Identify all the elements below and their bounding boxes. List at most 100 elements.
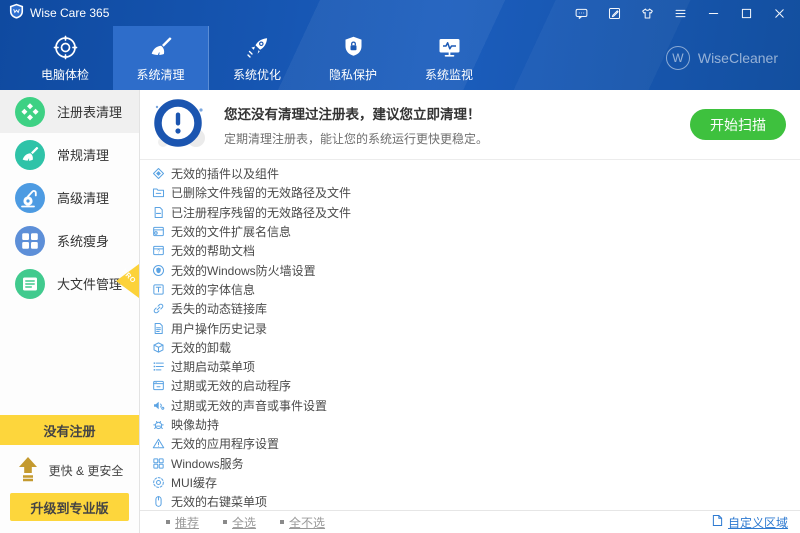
list-item-label: MUI缓存	[171, 474, 217, 491]
list-item[interactable]: 已删除文件残留的无效路径及文件	[151, 183, 800, 202]
list-item[interactable]: ? 无效的帮助文档	[151, 241, 800, 260]
main-content: 您还没有清理过注册表，建议您立即清理！ 定期清理注册表，能让您的系统运行更快更稳…	[140, 90, 800, 533]
wise-care-window: Wise Care 365 电脑体检系统清理系统优化 隐私保护系统监视 W Wis…	[0, 0, 800, 533]
scan-items-list: 无效的插件以及组件已删除文件残留的无效路径及文件已注册程序残留的无效路径及文件无…	[140, 160, 800, 510]
register-status: 没有注册	[0, 415, 139, 445]
chat-icon[interactable]	[574, 6, 588, 20]
upgrade-tagline-row: 更快 & 更安全	[0, 445, 139, 491]
list-item-label: 已注册程序残留的无效路径及文件	[171, 204, 351, 221]
sidebar-item-system-slimming[interactable]: 系统瘦身	[0, 219, 139, 262]
theme-icon[interactable]	[640, 6, 654, 20]
list-item[interactable]: Windows服务	[151, 453, 800, 472]
tab-system-cleaner[interactable]: 系统清理	[113, 26, 209, 90]
list-item-label: 无效的应用程序设置	[171, 435, 279, 452]
list-item[interactable]: 无效的字体信息	[151, 280, 800, 299]
tuneup-icon	[244, 34, 271, 61]
cleaner-icon	[147, 34, 174, 61]
sidebar-item-common-cleaner[interactable]: 常规清理	[0, 133, 139, 176]
context-menu-icon	[151, 495, 165, 509]
list-item[interactable]: 无效的文件扩展名信息	[151, 222, 800, 241]
custom-area-link[interactable]: 自定义区域	[712, 514, 788, 531]
body: 注册表清理常规清理高级清理系统瘦身大文件管理PRO 没有注册 更快 & 更安全 …	[0, 90, 800, 533]
list-item[interactable]: 无效的Windows防火墙设置	[151, 260, 800, 279]
footer-link-label: 全不选	[289, 514, 325, 531]
list-item-label: 无效的卸载	[171, 339, 231, 356]
registry-icon	[15, 97, 45, 127]
alert-exclamation-icon	[150, 96, 210, 154]
font-icon	[151, 282, 165, 296]
tab-system-tuneup[interactable]: 系统优化	[209, 26, 305, 90]
sidebar: 注册表清理常规清理高级清理系统瘦身大文件管理PRO 没有注册 更快 & 更安全 …	[0, 90, 140, 533]
list-item[interactable]: MUI缓存	[151, 473, 800, 492]
list-item-label: 过期或无效的启动程序	[171, 377, 291, 394]
slimming-icon	[15, 226, 45, 256]
list-item-label: 无效的Windows防火墙设置	[171, 262, 316, 279]
list-item-label: Windows服务	[171, 455, 244, 472]
banner-title: 您还没有清理过注册表，建议您立即清理！	[224, 103, 690, 123]
list-item-label: 映像劫持	[171, 416, 219, 433]
footer-link-recommended[interactable]: 推荐	[166, 514, 199, 531]
custom-area-label: 自定义区域	[728, 514, 788, 531]
titlebar: Wise Care 365	[0, 0, 800, 26]
brand-name: WiseCleaner	[698, 50, 778, 66]
help-doc-icon: ?	[151, 244, 165, 258]
list-item[interactable]: 用户操作历史记录	[151, 318, 800, 337]
list-item[interactable]: 过期或无效的启动程序	[151, 376, 800, 395]
sidebar-item-label: 注册表清理	[57, 102, 122, 121]
checkup-icon	[52, 34, 79, 61]
list-item-label: 已删除文件残留的无效路径及文件	[171, 184, 351, 201]
list-item-label: 无效的帮助文档	[171, 242, 255, 259]
firewall-icon	[151, 263, 165, 277]
common-clean-icon	[15, 140, 45, 170]
list-item[interactable]: 已注册程序残留的无效路径及文件	[151, 203, 800, 222]
banner-subtitle: 定期清理注册表，能让您的系统运行更快更稳定。	[224, 130, 690, 147]
privacy-icon	[340, 34, 367, 61]
list-item-label: 用户操作历史记录	[171, 320, 267, 337]
list-item[interactable]: 无效的右键菜单项	[151, 492, 800, 510]
footer-link-select-none[interactable]: 全不选	[280, 514, 325, 531]
footer-link-select-all[interactable]: 全选	[223, 514, 256, 531]
sidebar-item-label: 大文件管理	[57, 274, 122, 293]
list-item[interactable]: 映像劫持	[151, 415, 800, 434]
upgrade-button[interactable]: 升级到专业版	[10, 493, 129, 521]
app-logo-shield-icon	[9, 3, 24, 24]
list-item[interactable]: 无效的卸载	[151, 338, 800, 357]
list-item[interactable]: 无效的插件以及组件	[151, 164, 800, 183]
minimize-icon[interactable]	[706, 6, 720, 20]
advanced-clean-icon	[15, 183, 45, 213]
list-item[interactable]: 过期或无效的声音或事件设置	[151, 396, 800, 415]
folder-minus-icon	[151, 186, 165, 200]
dll-link-icon	[151, 302, 165, 316]
list-item[interactable]: 丢失的动态链接库	[151, 299, 800, 318]
sidebar-item-registry-cleaner[interactable]: 注册表清理	[0, 90, 139, 133]
banner-text: 您还没有清理过注册表，建议您立即清理！ 定期清理注册表，能让您的系统运行更快更稳…	[224, 103, 690, 147]
close-icon[interactable]	[772, 6, 786, 20]
sidebar-item-big-files-manager[interactable]: 大文件管理PRO	[0, 262, 139, 305]
startup-program-icon	[151, 379, 165, 393]
tab-system-monitor[interactable]: 系统监视	[401, 26, 497, 90]
list-item-label: 丢失的动态链接库	[171, 300, 267, 317]
sidebar-item-label: 常规清理	[57, 145, 109, 164]
list-item[interactable]: 无效的应用程序设置	[151, 434, 800, 453]
tab-label: 系统监视	[425, 66, 473, 83]
notice-banner: 您还没有清理过注册表，建议您立即清理！ 定期清理注册表，能让您的系统运行更快更稳…	[140, 90, 800, 160]
list-item-label: 过期启动菜单项	[171, 358, 255, 375]
menu-icon[interactable]	[673, 6, 687, 20]
tab-label: 系统优化	[233, 66, 281, 83]
tab-privacy-protector[interactable]: 隐私保护	[305, 26, 401, 90]
maximize-icon[interactable]	[739, 6, 753, 20]
svg-text:?: ?	[157, 250, 160, 256]
image-hijack-icon	[151, 418, 165, 432]
sidebar-item-advanced-cleaner[interactable]: 高级清理	[0, 176, 139, 219]
start-scan-button[interactable]: 开始扫描	[690, 109, 786, 140]
sidebar-item-label: 高级清理	[57, 188, 109, 207]
brand-logo: W WiseCleaner	[666, 46, 778, 70]
footer-bar: 推荐 全选 全不选 自定义区域	[140, 510, 800, 533]
big-files-icon	[15, 269, 45, 299]
list-item-label: 无效的右键菜单项	[171, 493, 267, 510]
list-item[interactable]: 过期启动菜单项	[151, 357, 800, 376]
upgrade-tagline: 更快 & 更安全	[49, 462, 124, 479]
selection-links: 推荐 全选 全不选	[166, 514, 325, 531]
edit-icon[interactable]	[607, 6, 621, 20]
tab-pc-checkup[interactable]: 电脑体检	[17, 26, 113, 90]
